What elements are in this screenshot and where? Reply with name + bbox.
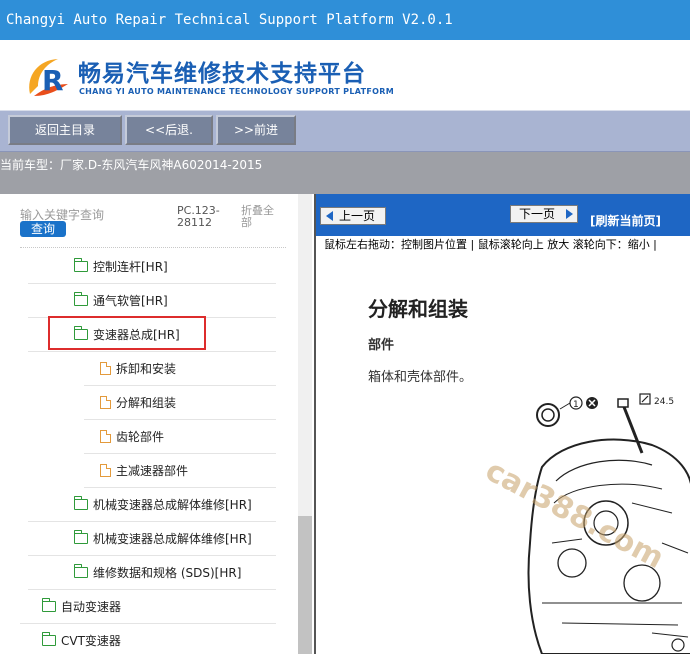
window-title: Changyi Auto Repair Technical Support Pl… bbox=[0, 0, 690, 40]
main-toolbar: 返回主目录 <<后退. >>前进 bbox=[0, 110, 690, 152]
folder-icon bbox=[74, 564, 88, 578]
document-page[interactable]: 分解和组装 部件 箱体和壳体部件。 1 24.5 car388.com bbox=[316, 253, 690, 654]
tree-item-manual-trans-overhaul-2[interactable]: 机械变速器总成解体维修[HR] bbox=[28, 522, 276, 556]
logo-chinese-text: 畅易汽车维修技术支持平台 bbox=[78, 61, 366, 87]
viewer-nav-bar: 上一页 下一页 [刷新当前页] bbox=[316, 194, 690, 236]
tree-item-label: 主减速器部件 bbox=[116, 464, 189, 478]
tree-item-label: 机械变速器总成解体维修[HR] bbox=[93, 498, 252, 512]
tree-item-gear-parts[interactable]: 齿轮部件 bbox=[84, 420, 276, 454]
divider bbox=[20, 247, 286, 248]
selection-highlight bbox=[48, 316, 206, 350]
folder-icon bbox=[74, 530, 88, 544]
tree-item-cvt-transmission[interactable]: CVT变速器 bbox=[20, 624, 276, 654]
tree-scrollbar-thumb[interactable] bbox=[298, 516, 312, 654]
document-icon bbox=[100, 362, 111, 375]
document-section: 部件 bbox=[368, 338, 395, 353]
tree-item-final-drive-parts[interactable]: 主减速器部件 bbox=[84, 454, 276, 488]
folder-icon bbox=[42, 632, 56, 646]
document-description: 箱体和壳体部件。 bbox=[368, 370, 473, 385]
tree-item-label: CVT变速器 bbox=[61, 634, 121, 648]
document-icon bbox=[100, 464, 111, 477]
tree-item-label: 齿轮部件 bbox=[116, 430, 165, 444]
tree-item-label: 自动变速器 bbox=[61, 600, 122, 614]
next-page-label: 下一页 bbox=[519, 207, 556, 221]
tree-item-label: 机械变速器总成解体维修[HR] bbox=[93, 532, 252, 546]
prev-page-button[interactable]: 上一页 bbox=[320, 207, 386, 225]
tree-item-control-linkage[interactable]: 控制连杆[HR] bbox=[28, 250, 276, 284]
tree-item-label: 通气软管[HR] bbox=[93, 294, 168, 308]
tree-item-label: 拆卸和安装 bbox=[116, 362, 177, 376]
pc-code: PC.123-28112 bbox=[177, 204, 220, 229]
folder-icon bbox=[74, 496, 88, 510]
document-icon bbox=[100, 396, 111, 409]
query-button[interactable]: 查询 bbox=[20, 221, 66, 237]
logo-english-text: CHANG YI AUTO MAINTENANCE TECHNOLOGY SUP… bbox=[79, 87, 394, 96]
vehicle-value: 厂家.D-东风汽车风神A602014-2015 bbox=[60, 158, 263, 172]
document-icon bbox=[100, 430, 111, 443]
collapse-all-button[interactable]: 折叠全部 bbox=[241, 205, 281, 229]
tree-item-label: 维修数据和规格 (SDS)[HR] bbox=[93, 566, 242, 580]
tree-pane: 输入关键字查询 查询 PC.123-28112 折叠全部 控制连杆[HR] 通气… bbox=[0, 194, 312, 654]
prev-page-label: 上一页 bbox=[339, 209, 376, 223]
logo-icon: R bbox=[29, 59, 68, 97]
folder-icon bbox=[74, 292, 88, 306]
home-button[interactable]: 返回主目录 bbox=[8, 115, 122, 145]
tree-item-disassembly-assembly[interactable]: 分解和组装 bbox=[84, 386, 276, 420]
tree-item-label: 控制连杆[HR] bbox=[93, 260, 168, 274]
tree-item-vent-hose[interactable]: 通气软管[HR] bbox=[28, 284, 276, 318]
forward-button[interactable]: >>前进 bbox=[216, 115, 296, 145]
arrow-left-icon bbox=[326, 211, 333, 221]
vehicle-label: 当前车型： bbox=[0, 158, 61, 172]
svg-text:R: R bbox=[42, 64, 64, 97]
torque-value: 24.5 bbox=[654, 397, 674, 407]
arrow-right-icon bbox=[566, 209, 573, 219]
viewer-hint: 鼠标左右拖动：控制图片位置 | 鼠标滚轮向上 放大 滚轮向下：缩小 | bbox=[316, 236, 690, 253]
tree-item-automatic-transmission[interactable]: 自动变速器 bbox=[20, 590, 276, 624]
folder-icon bbox=[42, 598, 56, 612]
vehicle-bar: 当前车型：厂家.D-东风汽车风神A602014-2015 bbox=[0, 152, 690, 194]
document-viewer: 上一页 下一页 [刷新当前页] 鼠标左右拖动：控制图片位置 | 鼠标滚轮向上 放… bbox=[314, 194, 690, 654]
svg-text:1: 1 bbox=[573, 400, 579, 410]
document-title: 分解和组装 bbox=[368, 297, 468, 321]
tree-item-label: 分解和组装 bbox=[116, 396, 177, 410]
tree-item-manual-trans-overhaul-1[interactable]: 机械变速器总成解体维修[HR] bbox=[28, 488, 276, 522]
next-page-button[interactable]: 下一页 bbox=[510, 205, 578, 223]
folder-icon bbox=[74, 258, 88, 272]
app-header: R 畅易汽车维修技术支持平台 CHANG YI AUTO MAINTENANCE… bbox=[0, 40, 690, 110]
tree-item-service-data-specs[interactable]: 维修数据和规格 (SDS)[HR] bbox=[28, 556, 276, 590]
back-button[interactable]: <<后退. bbox=[125, 115, 213, 145]
tree-item-removal-installation[interactable]: 拆卸和安装 bbox=[84, 352, 276, 386]
refresh-page-link[interactable]: [刷新当前页] bbox=[590, 212, 661, 229]
